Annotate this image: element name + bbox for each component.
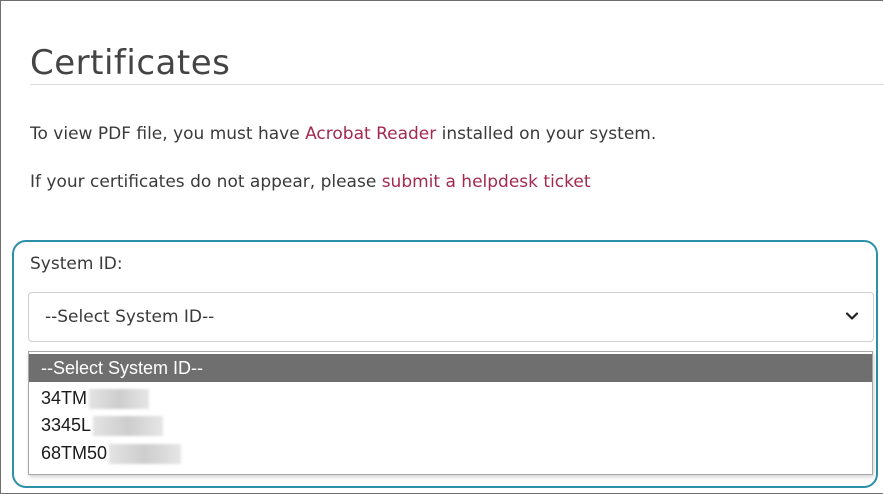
helpdesk-ticket-link[interactable]: submit a helpdesk ticket xyxy=(382,172,591,192)
redaction-blur xyxy=(89,389,150,410)
option-label: 68TM50 xyxy=(41,443,108,463)
option-label: --Select System ID-- xyxy=(41,358,204,378)
system-id-option[interactable]: --Select System ID-- xyxy=(29,354,872,382)
system-id-option[interactable]: 3345L xyxy=(29,411,872,439)
redaction-blur xyxy=(109,444,182,465)
pdf-info-suffix: installed on your system. xyxy=(436,124,657,144)
system-id-option[interactable]: 68TM50 xyxy=(29,439,872,467)
system-id-option[interactable]: 34TM xyxy=(29,384,872,412)
acrobat-reader-link[interactable]: Acrobat Reader xyxy=(305,124,436,144)
pdf-info-prefix: To view PDF file, you must have xyxy=(30,124,306,144)
system-id-dropdown-list: --Select System ID-- 34TM 3345L 68TM50 xyxy=(28,351,873,475)
system-id-label: System ID: xyxy=(30,254,123,274)
option-label: 34TM xyxy=(41,388,88,408)
option-label: 3345L xyxy=(41,415,92,435)
helpdesk-info-prefix: If your certificates do not appear, plea… xyxy=(30,172,382,192)
system-id-selected-value: --Select System ID-- xyxy=(45,307,215,327)
pdf-info-text: To view PDF file, you must have Acrobat … xyxy=(30,124,656,144)
page-title: Certificates xyxy=(30,42,231,83)
chevron-down-icon xyxy=(845,312,859,320)
helpdesk-info-text: If your certificates do not appear, plea… xyxy=(30,172,591,192)
redaction-blur xyxy=(93,416,164,437)
title-divider xyxy=(30,84,884,85)
system-id-select[interactable]: --Select System ID-- xyxy=(28,292,874,342)
